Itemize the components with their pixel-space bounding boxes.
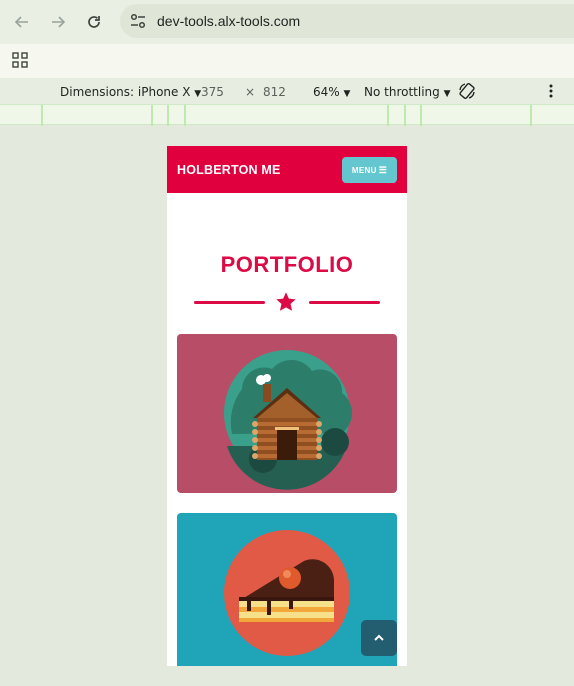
rotate-icon[interactable] (457, 81, 477, 101)
forward-button[interactable] (46, 10, 70, 34)
height-input[interactable]: 812 (263, 85, 286, 99)
reload-button[interactable] (82, 10, 106, 34)
chevron-up-icon (374, 634, 384, 641)
divider-line (309, 301, 380, 304)
arrow-left-icon (14, 16, 28, 28)
media-query-ruler[interactable] (0, 104, 574, 126)
menu-label: MENU (351, 165, 377, 175)
star-icon (276, 292, 296, 311)
address-bar[interactable]: dev-tools.alx-tools.com (120, 4, 574, 38)
times-sign: × (245, 85, 256, 99)
width-input[interactable]: 375 (201, 85, 224, 99)
throttling-label: No throttling (364, 85, 440, 99)
arrow-right-icon (52, 16, 66, 28)
ruler-tick (530, 105, 532, 126)
device-viewport: HOLBERTON ME MENU ☰ PORTFOLIO (167, 146, 407, 666)
ruler-tick (151, 105, 153, 126)
apps-grid-icon[interactable] (12, 52, 28, 68)
portfolio-card[interactable] (177, 334, 397, 493)
ruler-tick (184, 105, 186, 126)
site-header: HOLBERTON ME MENU ☰ (167, 146, 407, 193)
throttling-select[interactable]: No throttling ▼ (364, 85, 451, 99)
ruler-tick (420, 105, 422, 126)
reload-icon (88, 16, 100, 28)
chevron-down-icon: ▼ (343, 89, 351, 99)
menu-button[interactable]: MENU ☰ (342, 157, 397, 183)
more-options-icon[interactable] (545, 83, 557, 99)
ruler-tick (387, 105, 389, 126)
back-button[interactable] (10, 10, 34, 34)
dimensions-label: Dimensions: iPhone X (60, 85, 191, 99)
scroll-top-button[interactable] (361, 620, 397, 656)
dimensions-select[interactable]: Dimensions: iPhone X ▼ (60, 85, 201, 99)
ruler-tick (404, 105, 406, 126)
ruler-tick (41, 105, 43, 126)
url-text[interactable]: dev-tools.alx-tools.com (157, 13, 300, 29)
bookmarks-bar (0, 44, 574, 78)
browser-toolbar: dev-tools.alx-tools.com (0, 0, 574, 44)
site-settings-icon[interactable] (129, 12, 147, 30)
zoom-select[interactable]: 64% ▼ (313, 85, 350, 99)
device-toolbar: Dimensions: iPhone X ▼ 375 × 812 64% ▼ N… (0, 78, 574, 104)
site-brand[interactable]: HOLBERTON ME (177, 163, 281, 177)
hamburger-icon: ☰ (378, 164, 388, 175)
zoom-label: 64% (313, 85, 340, 99)
cabin-icon (224, 350, 352, 490)
section-title: PORTFOLIO (220, 252, 354, 277)
divider-line (194, 301, 265, 304)
ruler-tick (167, 105, 169, 126)
chevron-down-icon: ▼ (443, 89, 451, 99)
